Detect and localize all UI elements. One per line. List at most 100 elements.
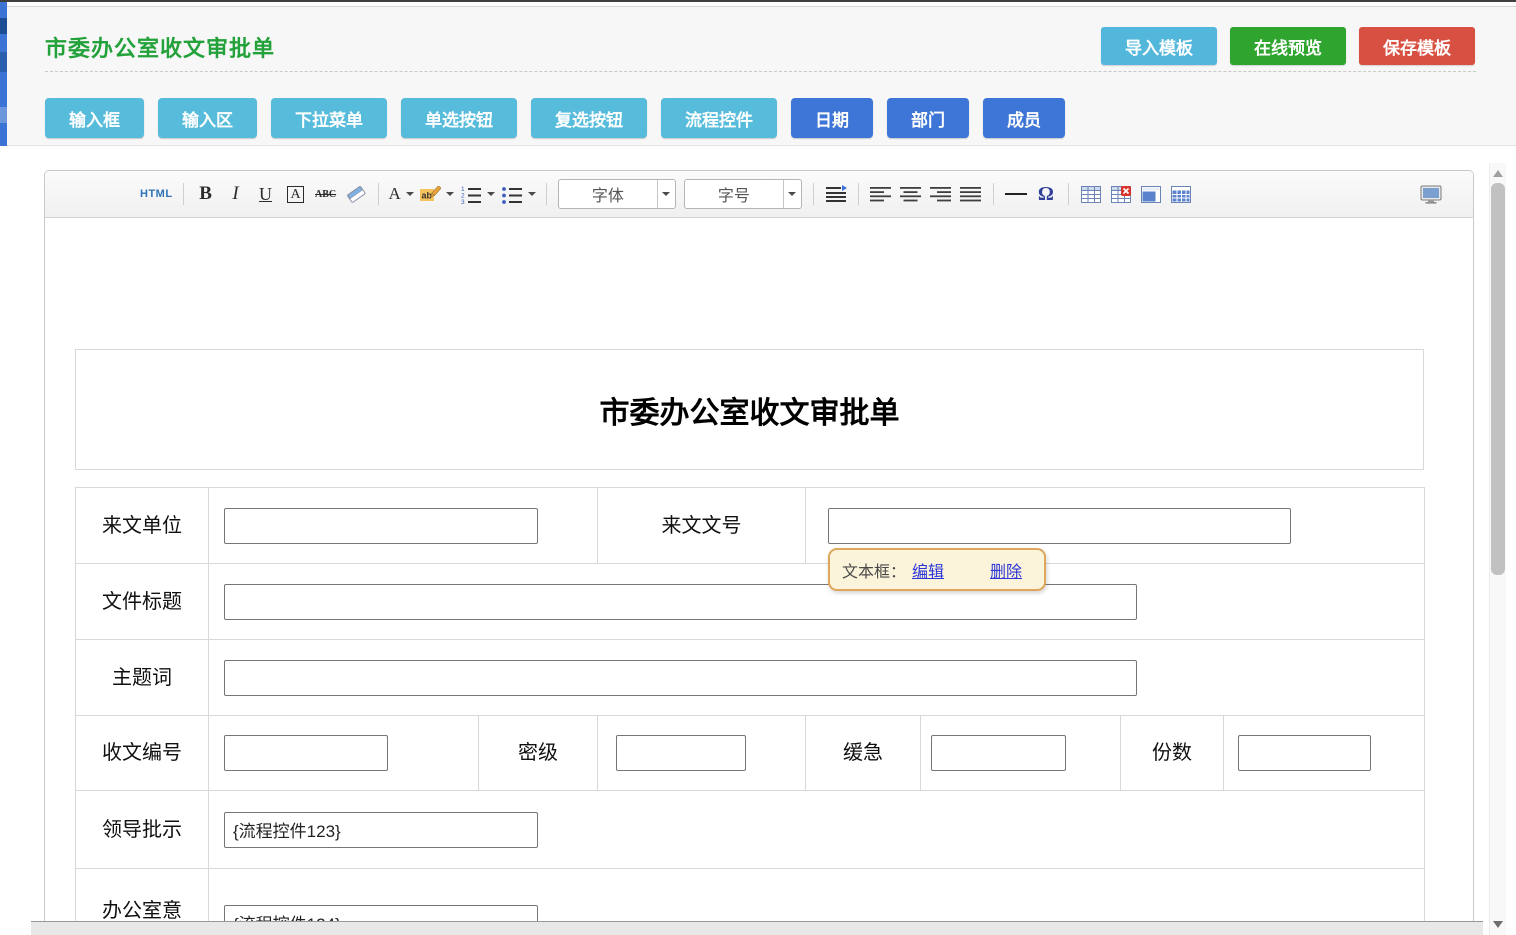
table-icon bbox=[1081, 186, 1101, 203]
chevron-down-icon bbox=[662, 192, 670, 196]
add-department-button[interactable]: 部门 bbox=[887, 98, 969, 138]
delete-table-button[interactable] bbox=[1109, 181, 1133, 207]
highlight-ab-icon: ab bbox=[420, 186, 441, 203]
toolbar-separator bbox=[183, 183, 184, 205]
bold-button[interactable]: B bbox=[194, 181, 218, 207]
receipt-number-input[interactable] bbox=[224, 735, 388, 771]
table-grid-button[interactable] bbox=[1169, 181, 1193, 207]
special-char-button[interactable]: Ω bbox=[1034, 181, 1058, 207]
urgency-input[interactable] bbox=[931, 735, 1066, 771]
chevron-down-icon bbox=[487, 192, 495, 196]
control-tooltip: 文本框： 编辑 删除 bbox=[828, 548, 1046, 591]
delete-table-icon bbox=[1111, 186, 1131, 203]
field-label: 文件标题 bbox=[76, 564, 209, 640]
copies-count-input[interactable] bbox=[1238, 735, 1371, 771]
import-template-button[interactable]: 导入模板 bbox=[1101, 27, 1217, 65]
cell-properties-icon bbox=[1141, 186, 1161, 203]
align-left-icon bbox=[870, 186, 892, 202]
font-color-a-icon: A bbox=[389, 184, 401, 204]
save-template-button[interactable]: 保存模板 bbox=[1359, 27, 1475, 65]
left-edge-fragment bbox=[0, 52, 7, 72]
ordered-list-icon: 123 bbox=[460, 185, 482, 204]
toolbar-separator bbox=[1068, 183, 1069, 205]
monitor-icon bbox=[1420, 185, 1442, 204]
form-document: 市委办公室收文审批单 来文单位 来文文号 文件标题 bbox=[75, 349, 1424, 921]
chevron-down-icon bbox=[406, 192, 414, 196]
font-size-select[interactable]: 字号 bbox=[684, 179, 802, 209]
editor-content-area[interactable]: 市委办公室收文审批单 来文单位 来文文号 文件标题 bbox=[45, 218, 1473, 921]
format-style-button[interactable]: A bbox=[284, 181, 308, 207]
scroll-down-arrow-icon[interactable] bbox=[1493, 921, 1503, 928]
font-size-dropdown-button[interactable] bbox=[783, 180, 801, 208]
strikethrough-button[interactable]: ABC bbox=[314, 181, 338, 207]
underline-button[interactable]: U bbox=[254, 181, 278, 207]
incoming-unit-input[interactable] bbox=[224, 508, 538, 544]
scrollbar-thumb[interactable] bbox=[1491, 183, 1505, 575]
form-component-buttons: 输入框 输入区 下拉菜单 单选按钮 复选按钮 流程控件 日期 部门 成员 bbox=[45, 98, 1065, 138]
font-family-select[interactable]: 字体 bbox=[558, 179, 676, 209]
add-input-box-button[interactable]: 输入框 bbox=[45, 98, 144, 138]
editor-toolbar: HTML B I U A ABC A bbox=[45, 171, 1473, 218]
toolbar-separator bbox=[378, 183, 379, 205]
add-dropdown-button[interactable]: 下拉菜单 bbox=[271, 98, 387, 138]
source-code-button[interactable]: HTML bbox=[140, 181, 173, 207]
horizontal-rule-icon bbox=[1005, 193, 1027, 195]
ordered-list-button[interactable]: 123 bbox=[460, 181, 495, 207]
indent-button[interactable] bbox=[824, 181, 848, 207]
italic-button[interactable]: I bbox=[224, 181, 248, 207]
align-right-button[interactable] bbox=[929, 181, 953, 207]
edit-control-link[interactable]: 编辑 bbox=[912, 558, 944, 582]
toolbar-separator bbox=[858, 183, 859, 205]
eraser-icon bbox=[345, 185, 367, 203]
delete-control-link[interactable]: 删除 bbox=[990, 558, 1022, 582]
add-member-button[interactable]: 成员 bbox=[983, 98, 1065, 138]
font-family-dropdown-button[interactable] bbox=[657, 180, 675, 208]
editor-bottom-bar bbox=[31, 921, 1483, 935]
vertical-scrollbar[interactable] bbox=[1489, 163, 1506, 935]
align-right-icon bbox=[930, 186, 952, 202]
font-color-button[interactable]: A bbox=[389, 181, 414, 207]
field-label: 密级 bbox=[479, 716, 598, 791]
font-family-label: 字体 bbox=[559, 182, 657, 206]
office-opinion-input[interactable] bbox=[224, 905, 538, 922]
indent-icon bbox=[825, 185, 847, 203]
rich-text-editor: HTML B I U A ABC A bbox=[44, 170, 1474, 922]
incoming-doc-number-input[interactable] bbox=[828, 508, 1291, 544]
add-textarea-button[interactable]: 输入区 bbox=[158, 98, 257, 138]
svg-text:ab: ab bbox=[421, 190, 432, 200]
add-date-button[interactable]: 日期 bbox=[791, 98, 873, 138]
leader-instructions-input[interactable] bbox=[224, 812, 538, 848]
align-left-button[interactable] bbox=[869, 181, 893, 207]
field-label: 收文编号 bbox=[76, 716, 209, 791]
highlight-color-button[interactable]: ab bbox=[420, 181, 454, 207]
align-center-button[interactable] bbox=[899, 181, 923, 207]
app-window: 市委办公室收文审批单 导入模板 在线预览 保存模板 输入框 输入区 下拉菜单 单… bbox=[0, 0, 1516, 935]
field-label: 办公室意见 bbox=[76, 869, 209, 922]
field-label: 主题词 bbox=[76, 640, 209, 716]
form-table: 来文单位 来文文号 文件标题 主题词 收文编号 bbox=[75, 487, 1425, 921]
table-row: 办公室意见 bbox=[76, 869, 1425, 922]
left-edge-panel bbox=[0, 2, 7, 146]
chevron-down-icon bbox=[528, 192, 536, 196]
subject-words-input[interactable] bbox=[224, 660, 1137, 696]
table-row: 文件标题 bbox=[76, 564, 1425, 640]
fullscreen-button[interactable] bbox=[1419, 181, 1443, 207]
boxed-a-icon: A bbox=[287, 186, 303, 203]
cell-properties-button[interactable] bbox=[1139, 181, 1163, 207]
add-flow-control-button[interactable]: 流程控件 bbox=[661, 98, 777, 138]
scroll-up-arrow-icon[interactable] bbox=[1493, 170, 1503, 177]
chevron-down-icon bbox=[788, 192, 796, 196]
toolbar-separator bbox=[546, 183, 547, 205]
online-preview-button[interactable]: 在线预览 bbox=[1230, 27, 1346, 65]
add-radio-button[interactable]: 单选按钮 bbox=[401, 98, 517, 138]
horizontal-rule-button[interactable] bbox=[1004, 181, 1028, 207]
insert-table-button[interactable] bbox=[1079, 181, 1103, 207]
add-checkbox-button[interactable]: 复选按钮 bbox=[531, 98, 647, 138]
table-grid-icon bbox=[1171, 186, 1191, 203]
justify-button[interactable] bbox=[959, 181, 983, 207]
secrecy-level-input[interactable] bbox=[616, 735, 746, 771]
table-row: 来文单位 来文文号 bbox=[76, 488, 1425, 564]
unordered-list-button[interactable] bbox=[501, 181, 536, 207]
remove-format-button[interactable] bbox=[344, 181, 368, 207]
toolbar-separator bbox=[993, 183, 994, 205]
